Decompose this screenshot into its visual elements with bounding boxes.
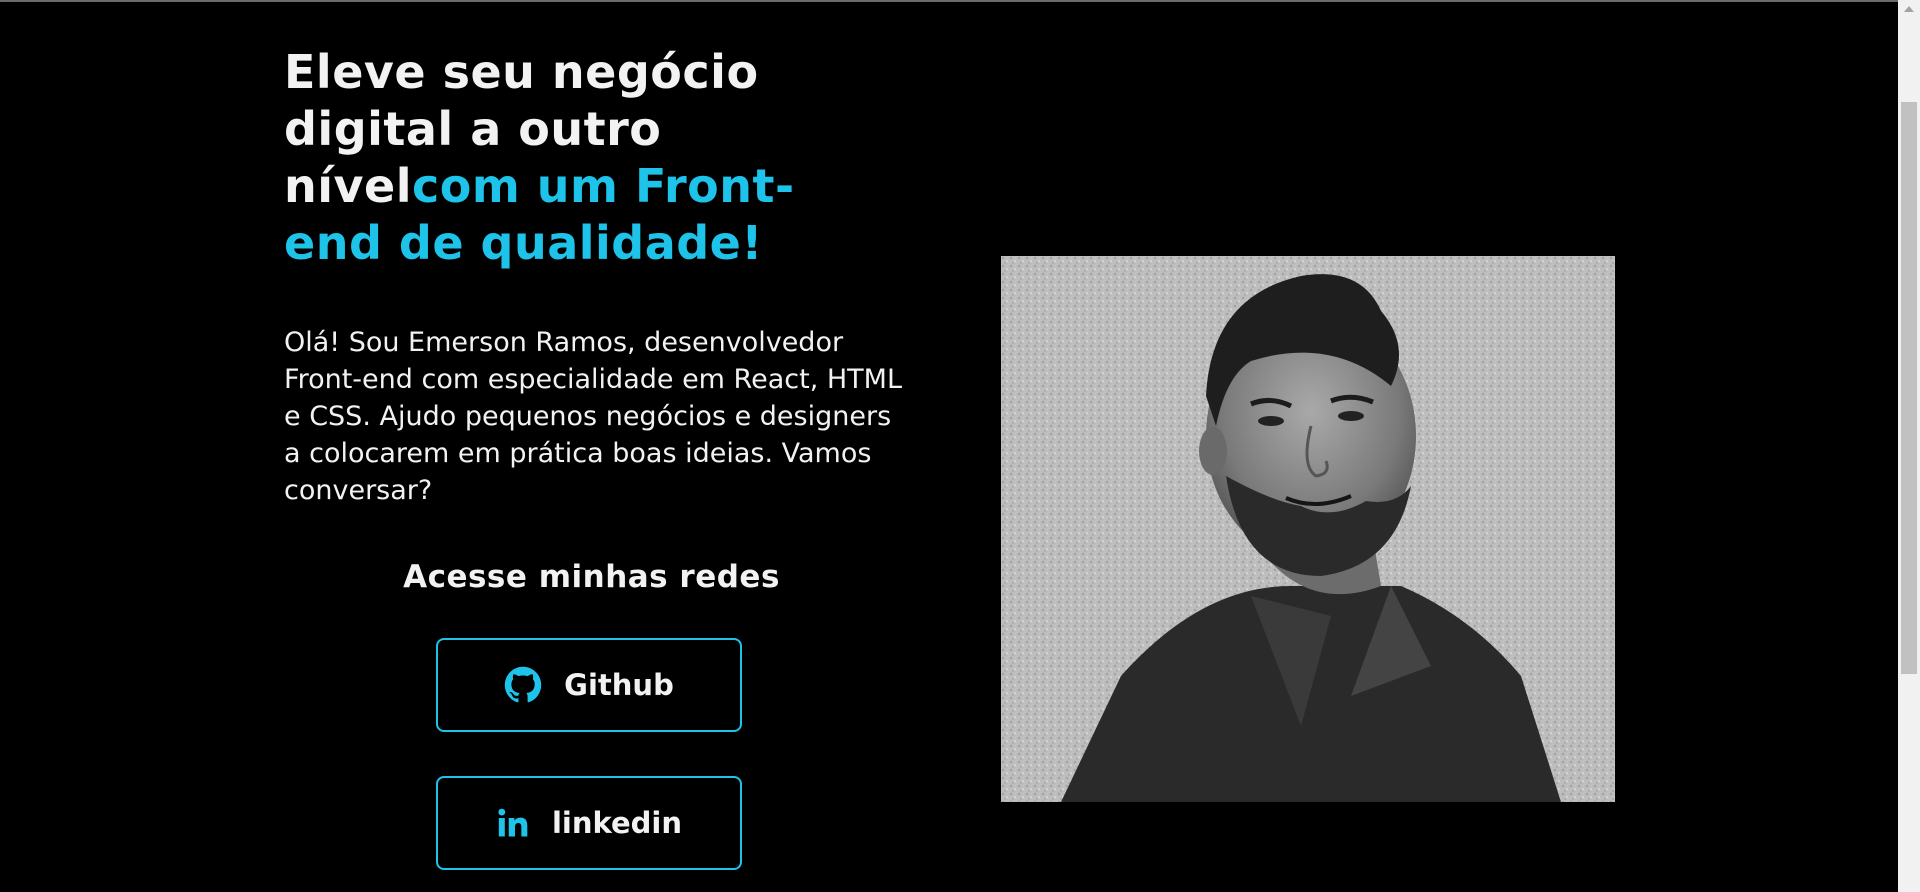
scrollbar-thumb[interactable]: [1901, 102, 1917, 674]
hero-title: Eleve seu negócio digital a outro nívelc…: [284, 44, 924, 272]
hero-title-line2: digital a outro: [284, 102, 662, 156]
github-button-label: Github: [564, 668, 674, 702]
hero-intro-text: Olá! Sou Emerson Ramos, desenvolvedor Fr…: [284, 327, 902, 506]
profile-photo: [1001, 256, 1615, 802]
hero-title-line1: Eleve seu negócio: [284, 45, 759, 99]
scroll-up-arrow-icon[interactable]: [1904, 6, 1914, 12]
github-icon: [504, 666, 542, 704]
hero-section: Eleve seu negócio digital a outro nívelc…: [284, 44, 924, 870]
top-border: [0, 0, 1920, 2]
hero-title-accent-line3: com um Front-: [411, 159, 795, 213]
hero-title-accent-line4: end de qualidade!: [284, 216, 763, 270]
vertical-scrollbar[interactable]: [1898, 0, 1920, 892]
linkedin-button[interactable]: linkedin: [436, 776, 742, 870]
social-section-title: Acesse minhas redes: [403, 559, 780, 595]
linkedin-icon: [496, 806, 530, 840]
linkedin-button-label: linkedin: [551, 806, 683, 840]
github-button[interactable]: Github: [436, 638, 742, 732]
hero-title-line3: nível: [284, 159, 412, 213]
